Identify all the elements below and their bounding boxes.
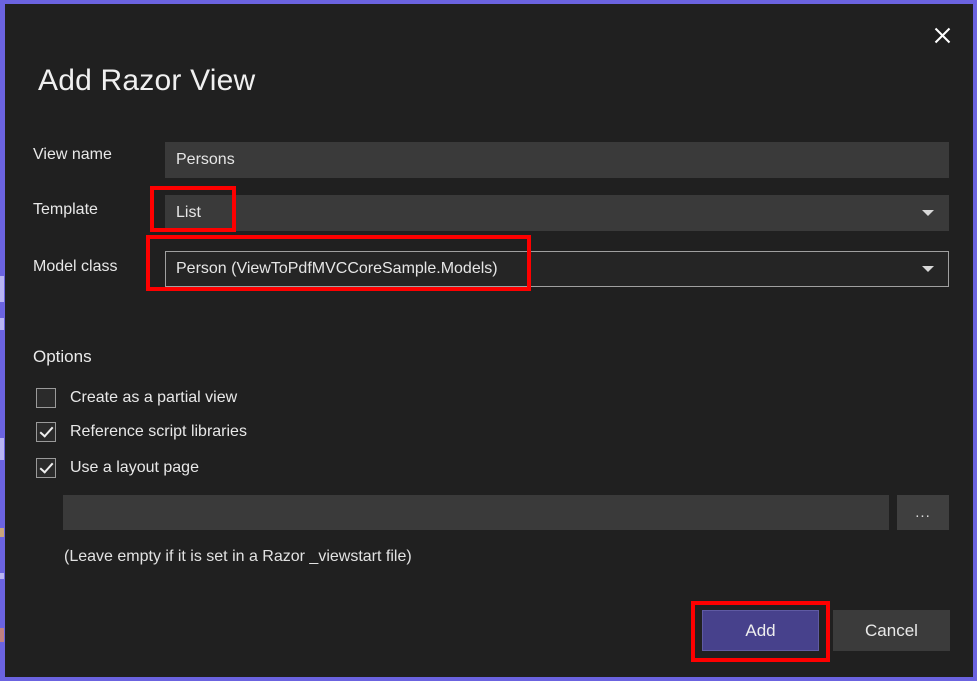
add-button[interactable]: Add bbox=[702, 610, 819, 651]
model-class-dropdown[interactable]: Person (ViewToPdfMVCCoreSample.Models) bbox=[165, 251, 949, 287]
chevron-down-icon bbox=[922, 210, 934, 216]
layout-page-hint: (Leave empty if it is set in a Razor _vi… bbox=[64, 548, 412, 565]
view-name-label: View name bbox=[33, 146, 112, 163]
close-icon bbox=[934, 27, 950, 43]
background-artifact bbox=[0, 628, 4, 642]
window-border-right bbox=[973, 0, 977, 681]
template-value: List bbox=[176, 204, 201, 221]
cancel-button[interactable]: Cancel bbox=[833, 610, 950, 651]
window-border-top bbox=[0, 0, 977, 4]
checkbox-create-partial-view[interactable]: Create as a partial view bbox=[36, 388, 237, 408]
template-label: Template bbox=[33, 201, 98, 218]
dialog-body: Add Razor View View name Persons Templat… bbox=[5, 4, 973, 677]
checkbox-box bbox=[36, 388, 56, 408]
background-artifact bbox=[0, 573, 4, 579]
checkbox-label: Reference script libraries bbox=[70, 423, 247, 440]
add-razor-view-dialog: Add Razor View View name Persons Templat… bbox=[0, 0, 977, 681]
template-dropdown[interactable]: List bbox=[165, 195, 949, 231]
checkbox-box bbox=[36, 422, 56, 442]
close-button[interactable] bbox=[919, 18, 965, 52]
model-class-label: Model class bbox=[33, 258, 118, 275]
model-class-value: Person (ViewToPdfMVCCoreSample.Models) bbox=[176, 260, 498, 277]
chevron-down-icon bbox=[922, 266, 934, 272]
checkbox-reference-script-libraries[interactable]: Reference script libraries bbox=[36, 422, 247, 442]
background-artifact bbox=[0, 276, 4, 302]
checkbox-box bbox=[36, 458, 56, 478]
browse-layout-page-button[interactable]: ... bbox=[897, 495, 949, 530]
view-name-value: Persons bbox=[176, 151, 235, 168]
background-artifact bbox=[0, 528, 4, 537]
view-name-input[interactable]: Persons bbox=[165, 142, 949, 178]
background-artifact bbox=[0, 318, 4, 330]
checkbox-use-layout-page[interactable]: Use a layout page bbox=[36, 458, 199, 478]
dialog-title: Add Razor View bbox=[38, 64, 256, 97]
options-section-title: Options bbox=[33, 347, 92, 366]
background-artifact bbox=[0, 438, 4, 460]
checkbox-label: Use a layout page bbox=[70, 459, 199, 476]
layout-page-input[interactable] bbox=[63, 495, 889, 530]
checkbox-label: Create as a partial view bbox=[70, 389, 238, 406]
window-border-bottom bbox=[0, 677, 977, 681]
